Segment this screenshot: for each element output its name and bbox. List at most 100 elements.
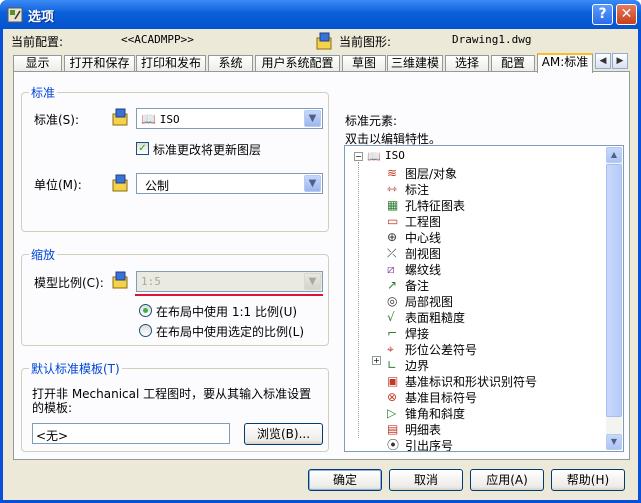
elements-tree[interactable]: − 📖 ISO ≋ 图层/对象 ⇿ 标注 ▦ 孔特征图表 ▭ 工程图 ⊕ 中心线 ⤫ 剖视图 ⧄ 螺纹线 ↗… — [344, 145, 624, 452]
tab-display[interactable]: 显示 — [13, 55, 62, 72]
tab-3d-modeling[interactable]: 三维建模 — [387, 55, 443, 72]
standard-group-title: 标准 — [29, 84, 58, 101]
datum-id-icon: ▣ — [387, 374, 399, 388]
tree-item-label: 中心线 — [405, 231, 442, 245]
book-icon: 📖 — [141, 112, 156, 126]
tab-scroll-right-icon[interactable]: ▶ — [612, 53, 628, 69]
tree-item-label: 螺纹线 — [405, 263, 442, 277]
tree-item-label: 表面粗糙度 — [405, 311, 466, 325]
cancel-button[interactable]: 取消 — [389, 469, 463, 491]
scroll-up-icon[interactable]: ▲ — [606, 147, 622, 163]
options-dialog: 选项 ? ✕ 当前配置: <<ACADMPP>> 当前图形: Drawing1.… — [0, 0, 641, 503]
tree-item-label: 备注 — [405, 279, 430, 293]
template-field-value: <无> — [36, 429, 69, 443]
fcf-icon: ⌖ — [387, 342, 394, 356]
update-layers-checkbox[interactable]: ✓ — [136, 142, 149, 155]
tree-item-label: 工程图 — [405, 215, 442, 229]
units-label: 单位(M): — [34, 178, 82, 192]
dimension-icon: ⇿ — [387, 182, 398, 196]
dialog-client: 当前配置: <<ACADMPP>> 当前图形: Drawing1.dwg 显示 … — [3, 29, 638, 500]
template-group-title: 默认标准模板(T) — [29, 360, 122, 377]
model-scale-value: 1:5 — [141, 275, 161, 288]
template-field[interactable]: <无> — [32, 423, 230, 444]
bom-icon: ▤ — [387, 422, 399, 436]
tab-am-standards[interactable]: AM:标准 — [537, 53, 593, 73]
scroll-down-icon[interactable]: ▼ — [606, 434, 622, 450]
annotation-underline — [135, 294, 323, 296]
tab-selection[interactable]: 选择 — [445, 55, 489, 72]
profile-label: 当前配置: — [11, 35, 64, 49]
drawing-value: Drawing1.dwg — [452, 33, 532, 46]
chevron-down-icon[interactable]: ▼ — [304, 175, 321, 192]
section-view-icon: ⤫ — [387, 246, 397, 260]
profile-value: <<ACADMPP>> — [121, 33, 194, 46]
tree-item-label: 引出序号 — [405, 439, 454, 452]
tab-plot-publish[interactable]: 打印和发布 — [136, 55, 206, 72]
model-scale-icon — [112, 271, 128, 289]
layout-1to1-label: 在布局中使用 1:1 比例(U) — [156, 305, 298, 319]
tree-item-label: 标注 — [405, 183, 430, 197]
scale-group-title: 缩放 — [29, 246, 58, 263]
help-title-button[interactable]: ? — [592, 4, 613, 25]
standard-group: 标准 标准(S): 📖 ISO ▼ ✓ 标准更改将更新图层 单位(M): 公制 … — [21, 84, 329, 232]
drawing-icon — [316, 32, 332, 50]
detail-view-icon: ◎ — [387, 294, 398, 308]
scroll-thumb[interactable] — [606, 164, 622, 417]
standard-icon — [112, 108, 128, 126]
tree-item-label: 形位公差符号 — [405, 343, 478, 357]
tree-item-label: 图层/对象 — [405, 167, 458, 181]
chevron-down-icon[interactable]: ▼ — [304, 110, 321, 127]
tree-item-label: 基准标识和形状识别符号 — [405, 375, 538, 389]
thread-icon: ⧄ — [387, 262, 395, 276]
layout-selected-radio[interactable] — [139, 324, 152, 337]
title-bar[interactable]: 选项 ? ✕ — [0, 0, 641, 29]
update-layers-label: 标准更改将更新图层 — [153, 143, 262, 157]
drawing-view-icon: ▭ — [387, 214, 399, 228]
units-combo-value: 公制 — [145, 179, 170, 193]
surface-texture-icon: √ — [387, 310, 395, 324]
units-icon — [112, 174, 128, 192]
model-scale-combo[interactable]: 1:5 ▼ — [136, 271, 323, 292]
units-combo[interactable]: 公制 ▼ — [136, 173, 323, 194]
taper-icon: ▷ — [387, 406, 397, 420]
close-title-button[interactable]: ✕ — [616, 4, 637, 25]
browse-button[interactable]: 浏览(B)... — [244, 423, 323, 445]
model-scale-label: 模型比例(C): — [34, 276, 104, 290]
chevron-down-icon[interactable]: ▼ — [304, 273, 321, 290]
tree-guide — [358, 162, 359, 438]
standard-combo[interactable]: 📖 ISO ▼ — [136, 108, 323, 129]
elements-title: 标准元素: — [345, 114, 398, 128]
tree-item-label: 基准目标符号 — [405, 391, 478, 405]
centerline-icon: ⊕ — [387, 230, 398, 244]
tab-open-save[interactable]: 打开和保存 — [64, 55, 135, 72]
tree-item-label: 锥角和斜度 — [405, 407, 466, 421]
tree-item-label: 边界 — [405, 359, 430, 373]
tab-scroll-left-icon[interactable]: ◀ — [595, 53, 611, 69]
tree-item-label: 明细表 — [405, 423, 442, 437]
balloon-icon: ⦿ — [387, 438, 400, 452]
layers-icon: ≋ — [387, 166, 398, 180]
collapse-icon[interactable]: − — [354, 152, 363, 161]
tree-item-label: 局部视图 — [405, 295, 454, 309]
hole-chart-icon: ▦ — [387, 198, 399, 212]
tab-profiles[interactable]: 配置 — [491, 55, 535, 72]
ok-button[interactable]: 确定 — [308, 469, 382, 491]
apply-button[interactable]: 应用(A) — [470, 469, 544, 491]
template-description: 打开非 Mechanical 工程图时，要从其输入标准设置的模板: — [32, 387, 312, 415]
standard-label: 标准(S): — [34, 113, 80, 127]
layout-selected-label: 在布局中使用选定的比例(L) — [156, 325, 305, 339]
tab-system[interactable]: 系统 — [208, 55, 253, 72]
expand-icon[interactable]: + — [372, 356, 381, 365]
standard-combo-value: 📖 ISO — [141, 112, 180, 126]
note-icon: ↗ — [387, 278, 398, 292]
edge-icon: ∟ — [387, 358, 398, 372]
tab-drafting[interactable]: 草图 — [342, 55, 386, 72]
drawing-label: 当前图形: — [339, 35, 392, 49]
tree-item-label: 孔特征图表 — [405, 199, 466, 213]
tree-scrollbar[interactable]: ▲ ▼ — [606, 147, 622, 450]
layout-1to1-radio[interactable] — [139, 304, 152, 317]
scale-group: 缩放 模型比例(C): 1:5 ▼ 在布局中使用 1:1 比例(U) 在布局中使… — [21, 246, 329, 346]
tab-user-preferences[interactable]: 用户系统配置 — [255, 55, 340, 72]
help-button[interactable]: 帮助(H) — [551, 469, 625, 491]
tree-item-label: 剖视图 — [405, 247, 442, 261]
